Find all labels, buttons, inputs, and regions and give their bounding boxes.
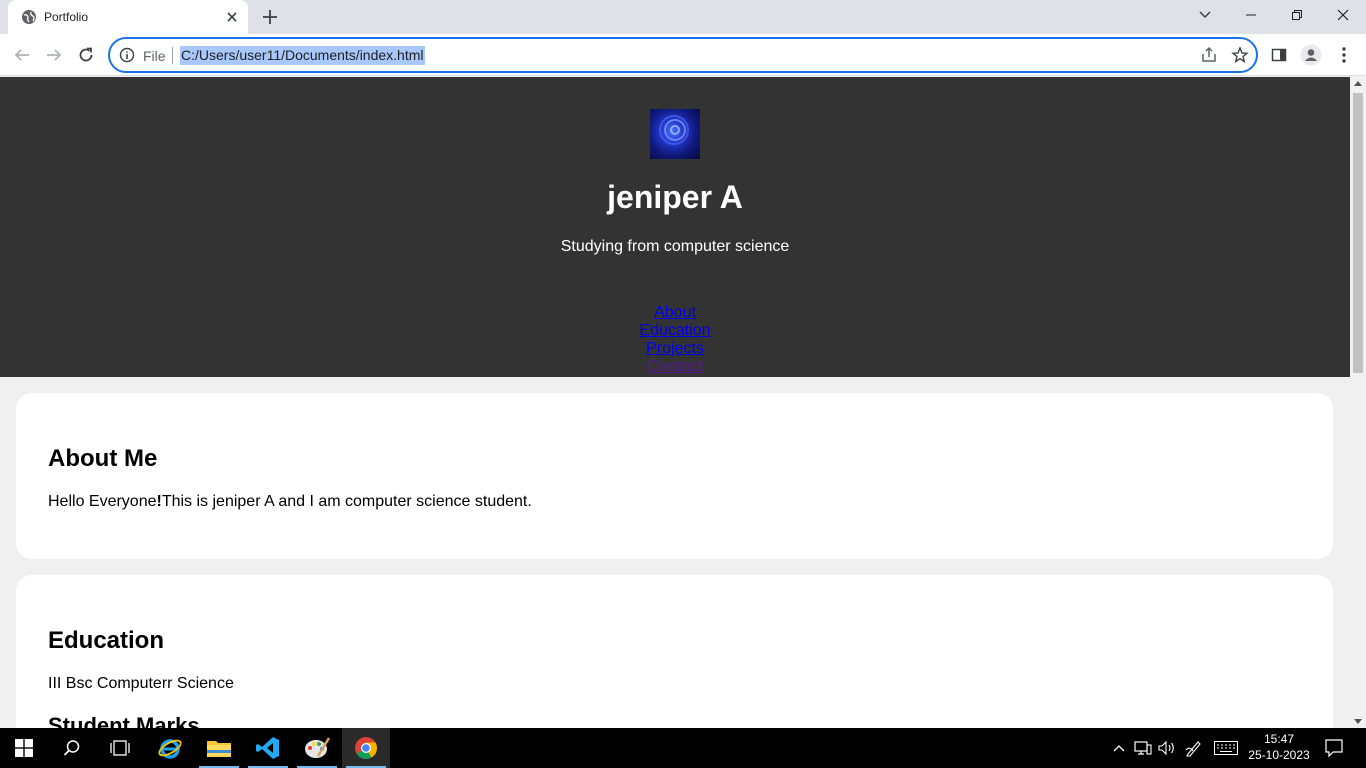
omnibox-divider — [172, 47, 173, 64]
education-heading: Education — [48, 627, 165, 654]
chevron-down-icon — [1199, 11, 1211, 19]
clock-time: 15:47 — [1263, 732, 1295, 746]
info-icon[interactable] — [119, 47, 135, 63]
close-window-button[interactable] — [1320, 0, 1366, 30]
page-header: jeniper A Studying from computer science… — [0, 77, 1350, 377]
reload-button[interactable] — [75, 44, 97, 66]
close-icon — [1337, 9, 1349, 21]
volume-icon — [1158, 740, 1174, 756]
scroll-down-arrow[interactable] — [1354, 719, 1362, 724]
education-degree: III Bsc Computerr Science — [48, 675, 234, 692]
nav-link-projects[interactable]: Projects — [0, 340, 1350, 358]
page-viewport: jeniper A Studying from computer science… — [0, 77, 1350, 728]
menu-button[interactable] — [1332, 43, 1356, 67]
notification-icon — [1325, 739, 1343, 757]
volume-button[interactable] — [1156, 728, 1178, 768]
side-panel-button[interactable] — [1267, 43, 1291, 67]
network-button[interactable] — [1132, 728, 1154, 768]
keyboard-icon — [1214, 741, 1238, 755]
minimize-button[interactable] — [1228, 0, 1274, 30]
windows-logo-icon — [15, 739, 33, 757]
more-vertical-icon — [1342, 47, 1346, 63]
restore-icon — [1292, 10, 1302, 20]
nav-link-education[interactable]: Education — [0, 322, 1350, 340]
task-view-button[interactable] — [96, 728, 144, 768]
tab-title: Portfolio — [44, 10, 89, 24]
pen-workspace-button[interactable] — [1183, 728, 1205, 768]
chevron-up-icon — [1113, 745, 1125, 752]
globe-icon — [22, 10, 36, 24]
task-view-icon — [110, 740, 130, 756]
vscode-icon — [256, 737, 279, 759]
about-section: About Me Hello Everyone!This is jeniper … — [16, 393, 1333, 559]
about-text-greeting: Hello Everyone — [48, 493, 157, 510]
reload-icon — [79, 47, 93, 62]
arrow-right-icon — [47, 49, 62, 61]
paint-palette-icon — [305, 737, 330, 758]
close-tab-icon[interactable] — [224, 9, 240, 25]
student-marks-heading: Student Marks — [48, 713, 200, 728]
system-clock[interactable]: 15:47 25-10-2023 — [1244, 731, 1314, 763]
about-heading: About Me — [48, 445, 158, 472]
profile-button[interactable] — [1299, 43, 1323, 67]
forward-button[interactable] — [43, 44, 65, 66]
internet-explorer-icon — [158, 739, 182, 759]
taskbar-paint[interactable] — [293, 728, 341, 768]
url-scheme-label: File — [143, 48, 166, 64]
page-nav: About Education Projects Contact — [0, 304, 1350, 376]
bookmark-star-icon[interactable] — [1231, 46, 1249, 64]
education-section: Education III Bsc Computerr Science Stud… — [16, 575, 1333, 728]
taskbar-chrome[interactable] — [342, 728, 390, 768]
taskbar-file-explorer[interactable] — [195, 728, 243, 768]
tab-search-button[interactable] — [1182, 0, 1228, 30]
new-tab-icon[interactable] — [259, 6, 281, 28]
address-bar[interactable]: File C:/Users/user11/Documents/index.htm… — [108, 37, 1258, 73]
minimize-icon — [1246, 14, 1256, 16]
restore-button[interactable] — [1274, 0, 1320, 30]
start-button[interactable] — [0, 728, 48, 768]
url-text[interactable]: C:/Users/user11/Documents/index.html — [180, 46, 425, 65]
search-icon — [63, 740, 80, 756]
notifications-button[interactable] — [1320, 728, 1348, 768]
pen-icon — [1185, 741, 1201, 757]
show-hidden-icons-button[interactable] — [1110, 728, 1128, 768]
about-text: Hello Everyone!This is jeniper A and I a… — [48, 493, 532, 511]
windows-taskbar: 15:47 25-10-2023 — [0, 728, 1366, 768]
arrow-left-icon — [14, 49, 29, 61]
avatar-icon — [1300, 44, 1322, 66]
nav-link-about[interactable]: About — [0, 304, 1350, 322]
nav-link-contact[interactable]: Contact — [0, 358, 1350, 376]
page-tagline: Studying from computer science — [560, 238, 790, 255]
page-title: jeniper A — [607, 179, 743, 215]
back-button[interactable] — [11, 44, 33, 66]
folder-icon — [207, 741, 231, 757]
taskbar-vscode[interactable] — [244, 728, 292, 768]
taskbar-internet-explorer[interactable] — [146, 728, 194, 768]
tab-strip: Portfolio — [0, 0, 1366, 34]
profile-photo — [650, 109, 700, 159]
side-panel-icon — [1271, 48, 1287, 62]
page-scrollbar[interactable] — [1350, 77, 1366, 728]
network-icon — [1134, 741, 1152, 755]
chrome-icon — [355, 737, 377, 759]
search-button[interactable] — [48, 728, 96, 768]
share-icon[interactable] — [1200, 46, 1218, 64]
touch-keyboard-button[interactable] — [1212, 728, 1240, 768]
about-text-body: This is jeniper A and I am computer scie… — [161, 493, 532, 510]
tab-portfolio[interactable]: Portfolio — [8, 0, 248, 34]
clock-date: 25-10-2023 — [1248, 748, 1310, 762]
browser-toolbar: File C:/Users/user11/Documents/index.htm… — [0, 34, 1366, 76]
scroll-thumb[interactable] — [1353, 93, 1363, 373]
scroll-up-arrow[interactable] — [1354, 81, 1362, 86]
